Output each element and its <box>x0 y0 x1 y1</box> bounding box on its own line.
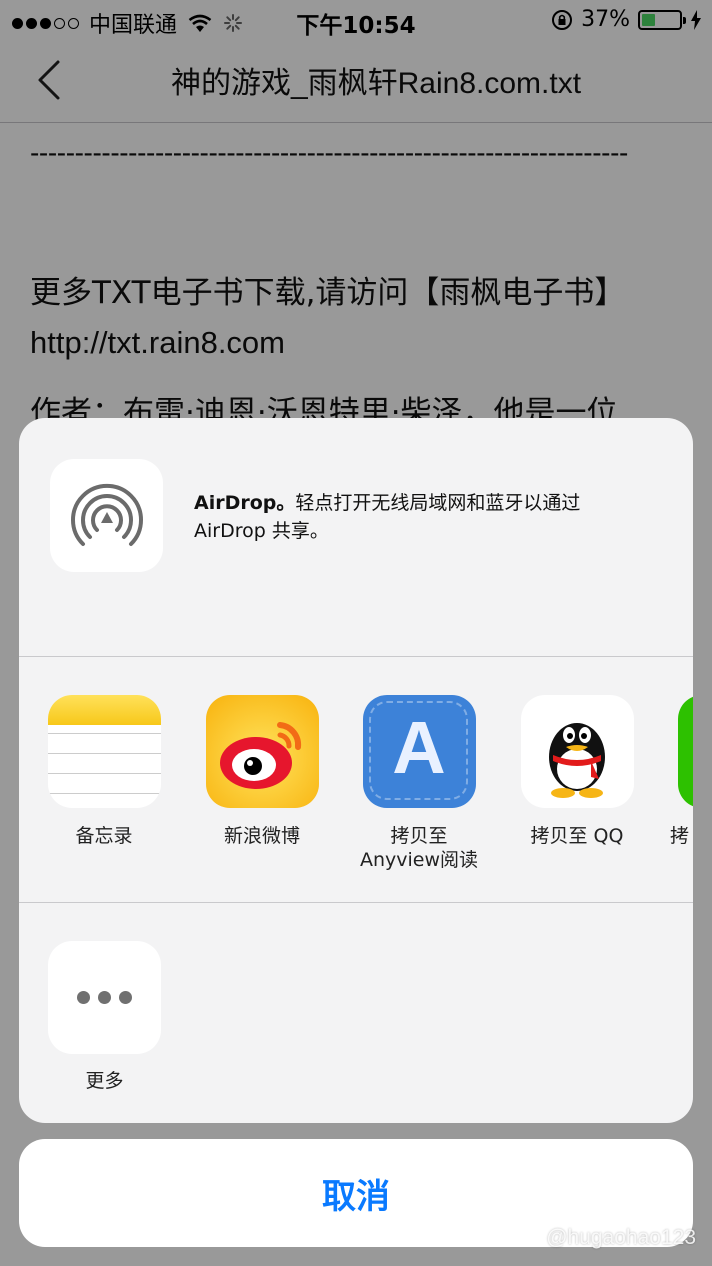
share-apps-row[interactable]: 备忘录 新浪微博 A 拷贝至 Anyview阅读 拷贝至 QQ 拷 <box>19 657 693 903</box>
share-app-wechat[interactable]: 拷 <box>664 695 693 848</box>
app-label: 拷贝至 QQ <box>530 825 624 847</box>
app-label: 新浪微博 <box>223 825 300 847</box>
qq-penguin-icon[interactable] <box>520 695 634 808</box>
watermark: @hugaohao123 <box>546 1226 696 1249</box>
share-app-weibo[interactable]: 新浪微博 <box>192 695 332 848</box>
share-actions-row: 更多 <box>19 903 693 1123</box>
airdrop-text-line2: AirDrop 共享。 <box>194 520 329 542</box>
share-app-qq[interactable]: 拷贝至 QQ <box>507 695 647 848</box>
share-app-notes[interactable]: 备忘录 <box>34 695 174 848</box>
airdrop-text: 轻点打开无线局域网和蓝牙以通过 <box>295 492 581 514</box>
share-app-anyview[interactable]: A 拷贝至 Anyview阅读 <box>349 695 489 872</box>
weibo-icon[interactable] <box>205 695 319 808</box>
app-label: 备忘录 <box>75 825 133 847</box>
share-sheet: AirDrop。轻点打开无线局域网和蓝牙以通过 AirDrop 共享。 备忘录 <box>19 418 693 1123</box>
more-dots-icon[interactable] <box>48 941 161 1054</box>
airdrop-icon[interactable] <box>50 459 163 572</box>
airdrop-description: AirDrop。轻点打开无线局域网和蓝牙以通过 AirDrop 共享。 <box>194 489 580 545</box>
wechat-icon[interactable] <box>677 695 693 808</box>
app-label: 拷 <box>670 825 690 847</box>
more-label: 更多 <box>85 1070 124 1092</box>
airdrop-row[interactable]: AirDrop。轻点打开无线局域网和蓝牙以通过 AirDrop 共享。 <box>19 418 693 657</box>
anyview-icon[interactable]: A <box>362 695 476 808</box>
app-label: 拷贝至 Anyview阅读 <box>359 825 479 871</box>
notes-icon[interactable] <box>47 695 161 808</box>
airdrop-title: AirDrop。 <box>194 492 296 514</box>
